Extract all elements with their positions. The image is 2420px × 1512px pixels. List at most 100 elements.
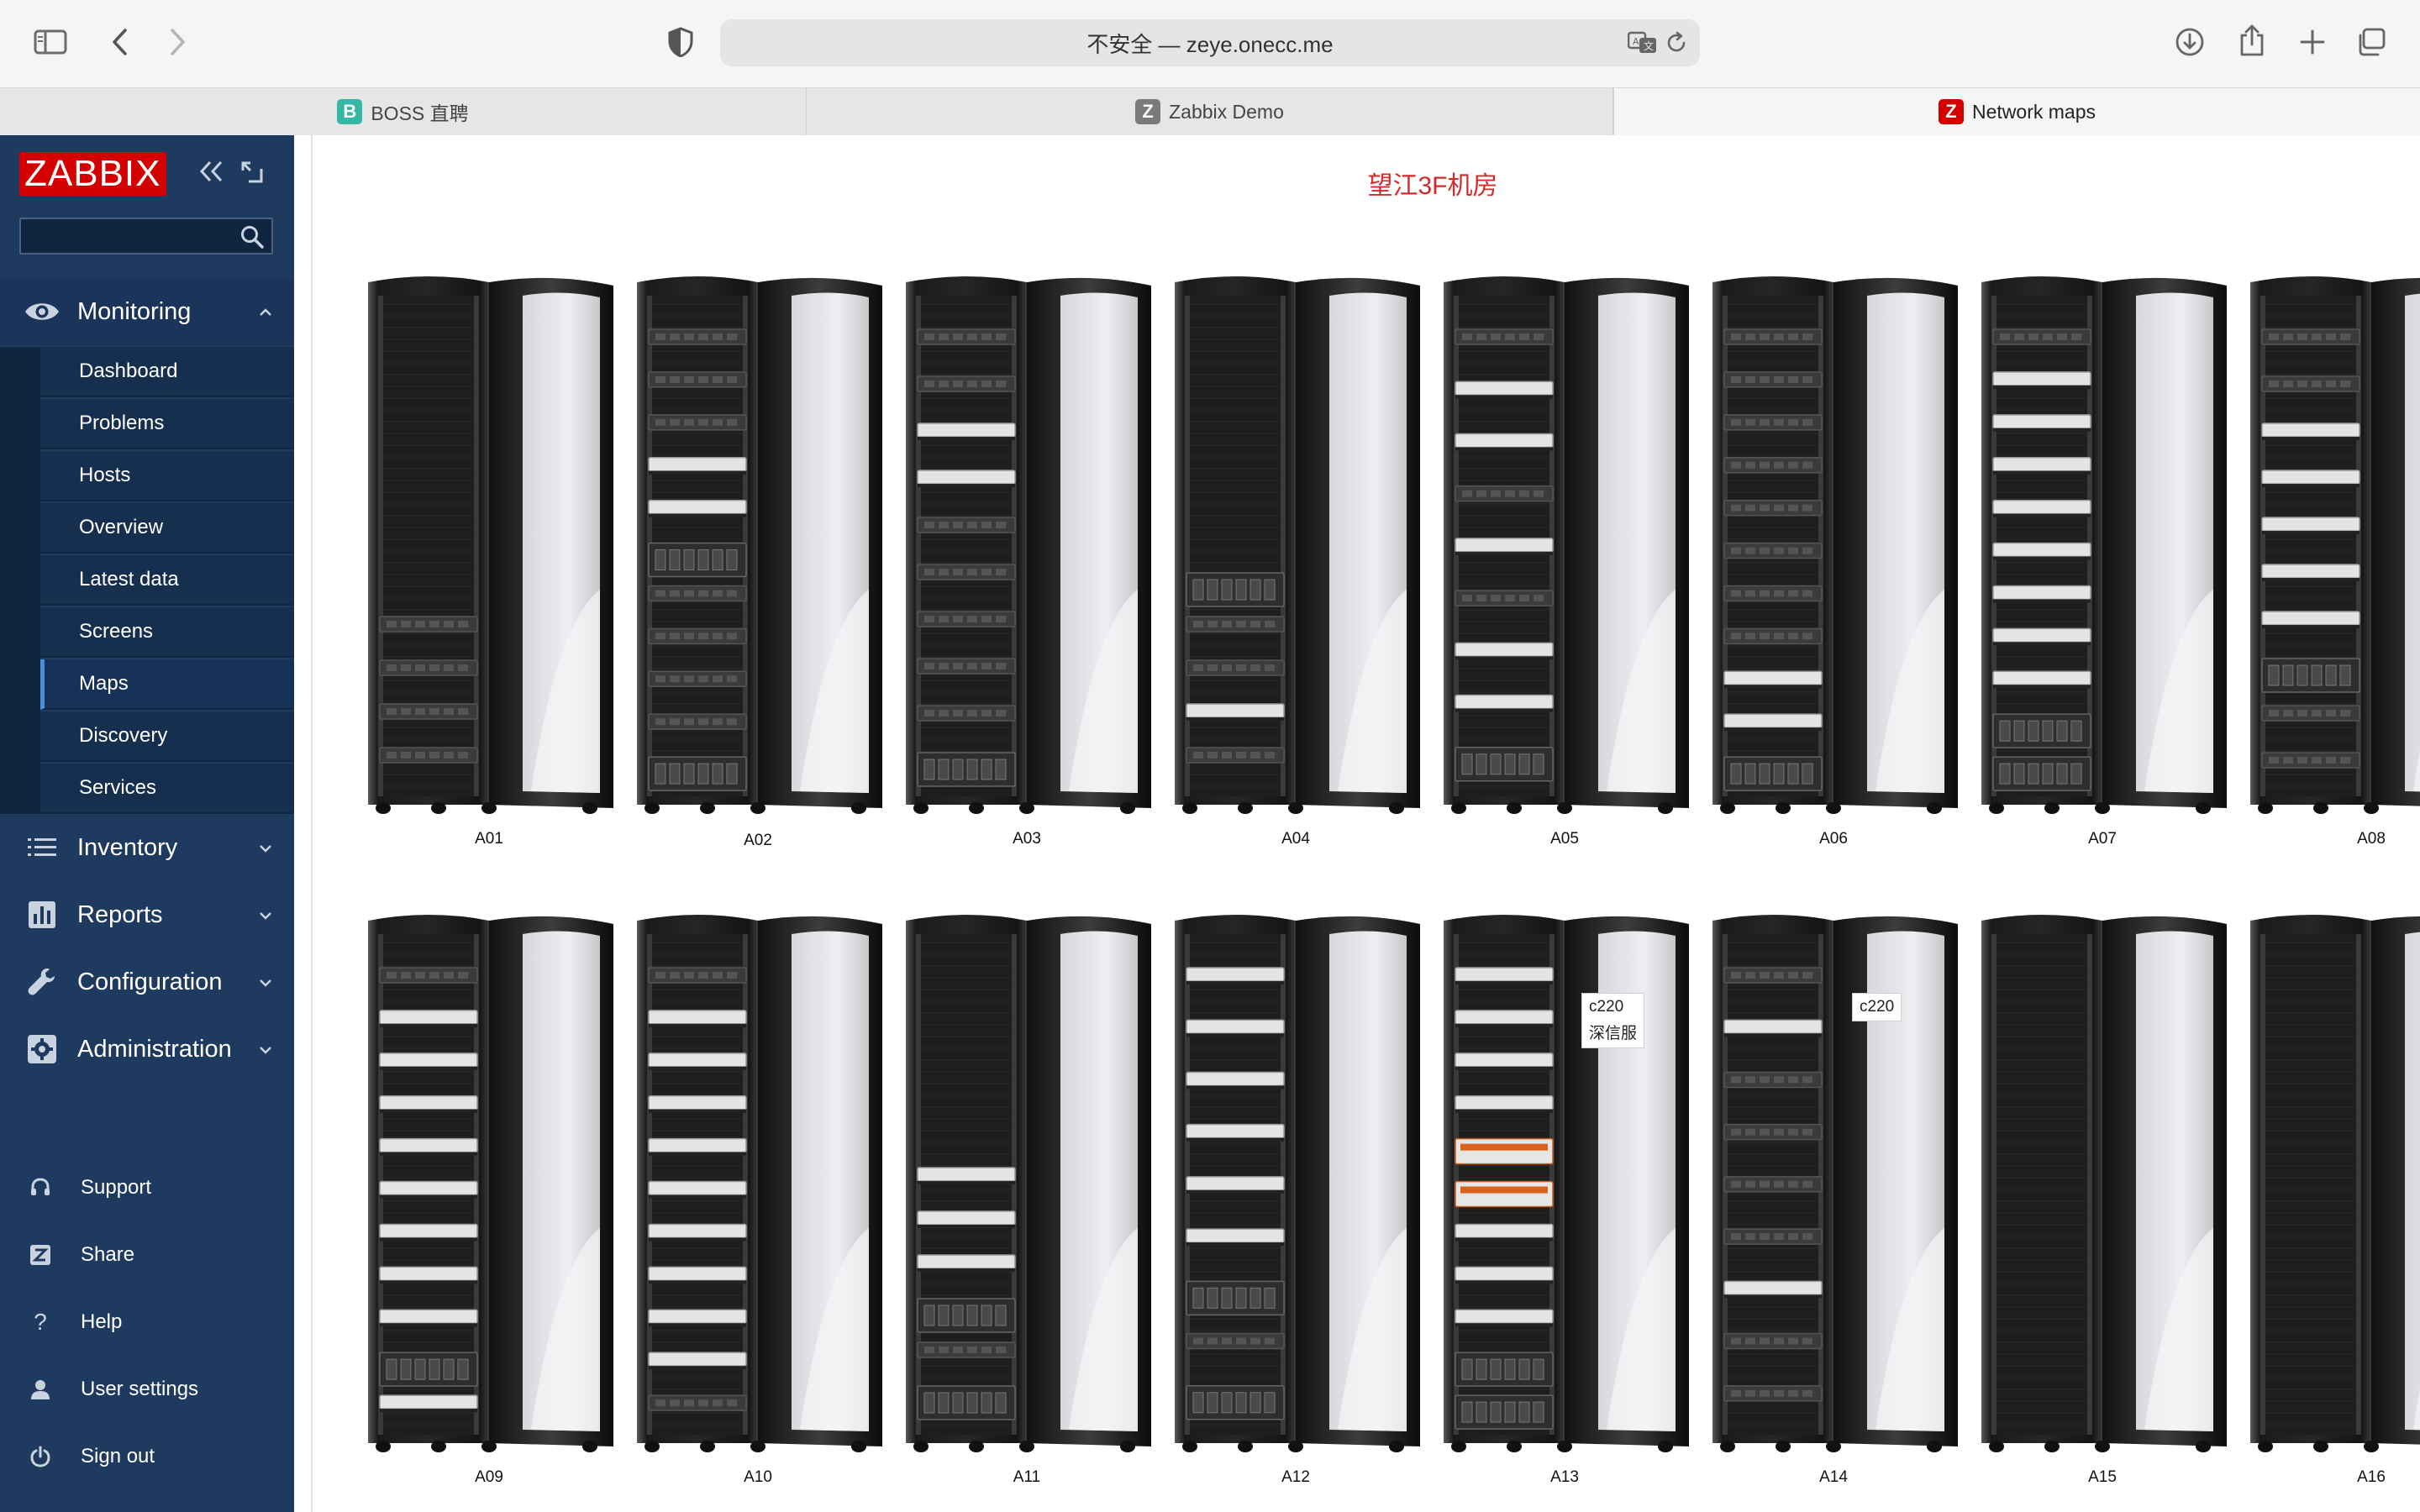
rack-a01[interactable] <box>363 270 615 816</box>
address-bar[interactable]: 不安全 — zeye.onecc.me A文 <box>720 19 1700 66</box>
translate-icon[interactable]: A文 <box>1627 31 1658 60</box>
support-label: Support <box>81 1176 152 1199</box>
sidebar: ZABBIX Monitoring Dashboard Problems Hos… <box>0 135 294 1512</box>
rack-a04[interactable] <box>1170 270 1422 816</box>
search-icon[interactable] <box>239 224 265 254</box>
rack-cabinet-icon <box>1712 276 1958 814</box>
zabbix-logo[interactable]: ZABBIX <box>19 152 166 196</box>
chart-icon <box>22 900 62 929</box>
rack-a13[interactable] <box>1439 909 1691 1455</box>
rack-cabinet-icon <box>2250 276 2420 814</box>
rack-a15[interactable] <box>1976 909 2228 1455</box>
rack-cabinet-icon <box>368 915 613 1452</box>
chevron-down-icon <box>259 973 272 992</box>
tab-label: BOSS 直聘 <box>371 102 469 124</box>
download-icon[interactable] <box>2173 25 2207 59</box>
rack-a08[interactable] <box>2245 270 2420 816</box>
sidebar-icon[interactable] <box>32 25 69 59</box>
rack-label: A06 <box>1819 830 1848 848</box>
nav-problems[interactable]: Problems <box>40 399 294 449</box>
rack-a14[interactable] <box>1707 909 1960 1455</box>
menu-reports[interactable]: Reports <box>0 881 294 948</box>
nav-maps[interactable]: Maps <box>40 659 294 710</box>
help-label: Help <box>81 1310 123 1333</box>
tab-boss[interactable]: B BOSS 直聘 <box>0 88 807 135</box>
nav-share[interactable]: Share <box>0 1230 294 1280</box>
rack-a03[interactable] <box>901 270 1153 816</box>
nav-latest-data[interactable]: Latest data <box>40 555 294 606</box>
user-icon <box>20 1378 60 1400</box>
chevron-down-icon <box>259 838 272 858</box>
nav-support[interactable]: Support <box>0 1163 294 1213</box>
host-label-line: 深信服 <box>1589 1025 1638 1042</box>
rack-label: A11 <box>1013 1468 1041 1486</box>
rack-a10[interactable] <box>632 909 884 1455</box>
user-settings-label: User settings <box>81 1378 199 1400</box>
menu-inventory[interactable]: Inventory <box>0 814 294 881</box>
tab-bar: B BOSS 直聘 Z Zabbix Demo Z Network maps <box>0 87 2420 136</box>
nav-dashboard[interactable]: Dashboard <box>40 347 294 397</box>
tab-zabbix-demo[interactable]: Z Zabbix Demo <box>807 88 1613 135</box>
rack-label: A16 <box>2357 1468 2386 1486</box>
submenu-strip <box>0 347 40 814</box>
rack-a07[interactable] <box>1976 270 2228 816</box>
rack-a11[interactable] <box>901 909 1153 1455</box>
rack-label: A05 <box>1550 830 1579 848</box>
rack-a05[interactable] <box>1439 270 1691 816</box>
rack-cabinet-icon <box>1712 915 1958 1452</box>
rack-label: A09 <box>475 1468 503 1486</box>
tab-overview-icon[interactable] <box>2354 25 2388 59</box>
chevron-down-icon <box>259 1040 272 1059</box>
rack-label: A02 <box>744 832 772 849</box>
nav-hosts[interactable]: Hosts <box>40 451 294 501</box>
reload-icon[interactable] <box>1665 31 1688 60</box>
rack-cabinet-icon <box>906 276 1151 814</box>
tab-network-maps[interactable]: Z Network maps <box>1613 88 2420 135</box>
rack-label: A03 <box>1013 830 1041 848</box>
rack-label: A12 <box>1281 1468 1310 1486</box>
nav-discovery[interactable]: Discovery <box>40 711 294 762</box>
gear-icon <box>22 1034 62 1064</box>
collapse-sidebar-icon[interactable] <box>198 159 225 191</box>
sign-out-label: Sign out <box>81 1445 155 1467</box>
rack-label: A10 <box>744 1468 772 1486</box>
menu-administration[interactable]: Administration <box>0 1016 294 1083</box>
svg-text:A: A <box>1633 36 1639 47</box>
kiosk-mode-icon[interactable] <box>240 160 264 191</box>
share-label: Share <box>81 1243 135 1266</box>
menu-configuration[interactable]: Configuration <box>0 948 294 1016</box>
rack-label: A01 <box>475 830 503 848</box>
host-label-a14[interactable]: c220 <box>1852 993 1902 1021</box>
rack-cabinet-icon <box>368 276 613 814</box>
search-input[interactable] <box>21 219 231 255</box>
rack-a06[interactable] <box>1707 270 1960 816</box>
share-z-icon <box>20 1244 60 1266</box>
new-tab-icon[interactable] <box>2296 25 2329 59</box>
nav-help[interactable]: ? Help <box>0 1297 294 1347</box>
rack-label: A13 <box>1550 1468 1579 1486</box>
rack-a09[interactable] <box>363 909 615 1455</box>
share-icon[interactable] <box>2235 22 2269 59</box>
menu-administration-label: Administration <box>77 1035 232 1063</box>
headset-icon <box>20 1177 60 1199</box>
nav-services[interactable]: Services <box>40 764 294 814</box>
host-label-a13[interactable]: c220 深信服 <box>1581 993 1645 1048</box>
menu-monitoring[interactable]: Monitoring <box>0 278 294 345</box>
rack-a16[interactable] <box>2245 909 2420 1455</box>
nav-screens[interactable]: Screens <box>40 607 294 658</box>
rack-a12[interactable] <box>1170 909 1422 1455</box>
rack-cabinet-icon <box>2250 915 2420 1452</box>
nav-sign-out[interactable]: Sign out <box>0 1431 294 1482</box>
back-icon[interactable] <box>104 25 134 59</box>
tab-label: Zabbix Demo <box>1169 100 1284 123</box>
forward-icon[interactable] <box>163 25 193 59</box>
nav-user-settings[interactable]: User settings <box>0 1364 294 1415</box>
rack-cabinet-icon <box>1175 915 1420 1452</box>
search-box[interactable] <box>19 218 273 255</box>
host-label-line: c220 <box>1860 998 1895 1016</box>
shield-icon[interactable] <box>664 25 697 59</box>
rack-a02[interactable] <box>632 270 884 816</box>
rack-cabinet-icon <box>1175 276 1420 814</box>
nav-overview[interactable]: Overview <box>40 503 294 554</box>
rack-label: A15 <box>2088 1468 2117 1486</box>
